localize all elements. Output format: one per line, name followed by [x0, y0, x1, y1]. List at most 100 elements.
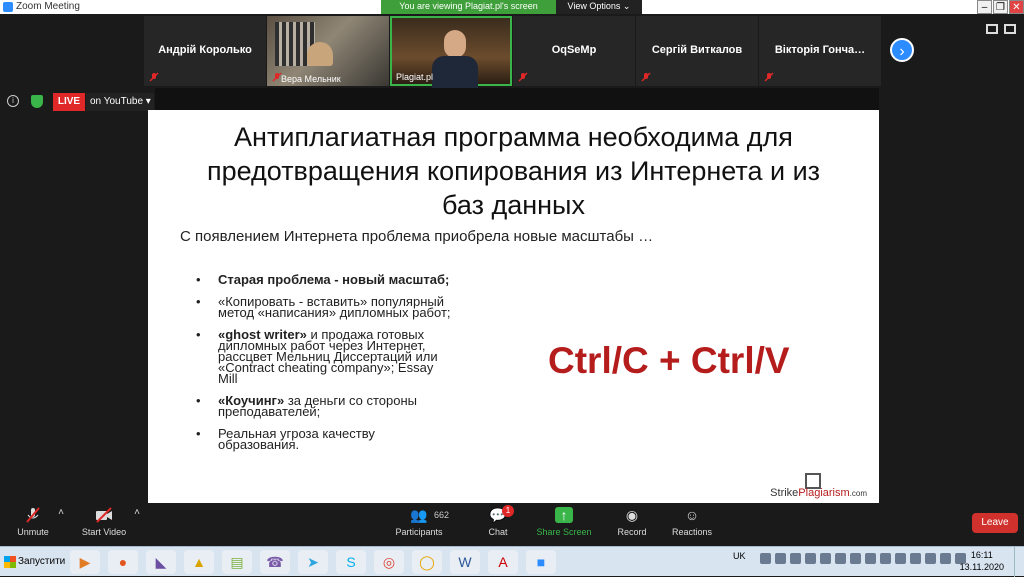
- participant-name: OqSeMp: [551, 44, 597, 56]
- tray-icon[interactable]: [880, 553, 891, 564]
- clock-time: 16:11: [970, 550, 993, 560]
- list-item: Реальная угроза качеству образования.: [196, 426, 456, 452]
- tray-icon[interactable]: [895, 553, 906, 564]
- chrome-icon[interactable]: ◎: [374, 550, 404, 574]
- chat-label: Chat: [488, 527, 508, 537]
- share-screen-button[interactable]: ↑ Share Screen: [536, 507, 592, 537]
- tray-icon[interactable]: [910, 553, 921, 564]
- participant-tile[interactable]: Вікторія Гонча…: [759, 16, 881, 86]
- tray-icon[interactable]: [925, 553, 936, 564]
- bullet-strong-text: Старая проблема - новый масштаб;: [218, 272, 450, 287]
- tray-icon[interactable]: [805, 553, 816, 564]
- start-label: Запустити: [18, 556, 66, 567]
- participant-tile[interactable]: OqSeMp: [513, 16, 635, 86]
- bullet-text: Реальная угроза качеству образования.: [218, 426, 375, 452]
- participants-label: Participants: [395, 527, 443, 537]
- shared-screen-top-bar: [155, 88, 879, 110]
- ctrl-c-ctrl-v-text: Ctrl/C + Ctrl/V: [548, 340, 790, 381]
- tray-icon[interactable]: [835, 553, 846, 564]
- notepad-icon[interactable]: ▤: [222, 550, 252, 574]
- participant-name: Вера Мельник: [281, 74, 341, 84]
- show-desktop-button[interactable]: [1014, 547, 1024, 577]
- muted-mic-icon: [518, 72, 528, 82]
- shared-screen-slide: Антиплагиатная программа необходима для …: [148, 110, 879, 503]
- video-options-caret-icon[interactable]: ˄: [134, 507, 140, 518]
- meeting-info-icon[interactable]: i: [7, 95, 19, 107]
- tray-icon[interactable]: [790, 553, 801, 564]
- viewing-screen-banner: You are viewing Plagiat.pl's screen: [381, 0, 556, 14]
- brand-strike: Strike: [770, 487, 799, 499]
- record-button[interactable]: ◉ Record: [616, 507, 648, 537]
- zoom-taskbar-icon[interactable]: ■: [526, 550, 556, 574]
- zoom-app-icon: [3, 2, 13, 12]
- word-icon[interactable]: W: [450, 550, 480, 574]
- participant-name: Сергій Виткалов: [651, 44, 743, 56]
- participant-tile[interactable]: Вера Мельник: [267, 16, 389, 86]
- participant-body: [432, 56, 478, 88]
- minimize-button[interactable]: –: [977, 0, 992, 14]
- tray-icon[interactable]: [940, 553, 951, 564]
- tray-icon[interactable]: [865, 553, 876, 564]
- firefox-icon[interactable]: ●: [108, 550, 138, 574]
- participant-tile-active-speaker[interactable]: Plagiat.pl: [390, 16, 512, 88]
- language-indicator[interactable]: UK: [733, 551, 746, 561]
- strikeplagiarism-brand: StrikePlagiarism.com: [770, 487, 867, 499]
- leave-button[interactable]: Leave: [972, 513, 1018, 533]
- windows-taskbar: Запустити ▶ ● ◣ ▲ ▤ ☎ ➤ S ◎ ◯ W A ■ UK 1…: [0, 546, 1024, 577]
- live-platform-dropdown[interactable]: on YouTube ▾: [86, 93, 154, 111]
- brand-plagiarism: Plagiarism: [798, 487, 850, 499]
- start-video-label: Start Video: [81, 527, 127, 537]
- visual-studio-icon[interactable]: ◣: [146, 550, 176, 574]
- share-screen-arrow-icon: ↑: [555, 507, 573, 523]
- skype-icon[interactable]: S: [336, 550, 366, 574]
- muted-mic-icon: [764, 72, 774, 82]
- browser-icon[interactable]: ◯: [412, 550, 442, 574]
- list-item: «Копировать - вставить» популярный метод…: [196, 294, 456, 320]
- start-video-button[interactable]: Start Video ˄: [80, 507, 140, 537]
- view-layout-icons[interactable]: [986, 24, 1016, 34]
- slide-bullet-list: Старая проблема - новый масштаб; «Копиро…: [196, 272, 456, 461]
- list-item: Старая проблема - новый масштаб;: [196, 272, 456, 287]
- participant-tile[interactable]: Андрій Королько: [144, 16, 266, 86]
- slide-title: Антиплагиатная программа необходима для …: [206, 122, 821, 220]
- viber-icon[interactable]: ☎: [260, 550, 290, 574]
- start-button[interactable]: Запустити: [2, 551, 65, 573]
- bullet-text: «Копировать - вставить» популярный метод…: [218, 294, 451, 320]
- security-shield-icon[interactable]: [31, 95, 43, 108]
- participant-tile[interactable]: Сергій Виткалов: [636, 16, 758, 86]
- tray-icon[interactable]: [850, 553, 861, 564]
- participants-count: 662: [434, 510, 450, 520]
- video-off-icon: [96, 507, 112, 523]
- view-options-button[interactable]: View Options ⌄: [556, 0, 642, 14]
- live-badge[interactable]: LIVE: [53, 93, 85, 111]
- reactions-label: Reactions: [671, 527, 713, 537]
- participant-name: Андрій Королько: [158, 44, 252, 56]
- reactions-button[interactable]: ☺ Reactions: [670, 507, 714, 537]
- taskbar-clock[interactable]: 16:11 13.11.2020: [960, 549, 1004, 573]
- close-button[interactable]: ✕: [1009, 0, 1024, 14]
- muted-mic-icon: [641, 72, 651, 82]
- window-controls: – ❐ ✕: [976, 0, 1024, 14]
- record-label: Record: [617, 527, 647, 537]
- share-screen-label: Share Screen: [536, 527, 592, 537]
- restore-button[interactable]: ❐: [993, 0, 1008, 14]
- participant-name: Plagiat.pl: [396, 72, 434, 82]
- next-participants-arrow-icon[interactable]: ›: [890, 38, 914, 62]
- fullscreen-icon[interactable]: [1004, 24, 1016, 34]
- unmute-button[interactable]: Unmute ˄: [14, 507, 64, 537]
- speaker-view-icon[interactable]: [986, 24, 998, 34]
- brand-domain: .com: [849, 489, 867, 498]
- tray-icon[interactable]: [820, 553, 831, 564]
- participant-name: Вікторія Гонча…: [774, 44, 866, 56]
- archiver-icon[interactable]: ▲: [184, 550, 214, 574]
- taskbar-apps: ▶ ● ◣ ▲ ▤ ☎ ➤ S ◎ ◯ W A ■: [70, 550, 556, 574]
- tray-icon[interactable]: [775, 553, 786, 564]
- audio-options-caret-icon[interactable]: ˄: [58, 507, 64, 518]
- tray-icon[interactable]: [760, 553, 771, 564]
- record-icon: ◉: [625, 507, 639, 523]
- clock-date: 13.11.2020: [959, 562, 1004, 572]
- system-tray-icons[interactable]: [760, 553, 966, 564]
- acrobat-icon[interactable]: A: [488, 550, 518, 574]
- telegram-icon[interactable]: ➤: [298, 550, 328, 574]
- media-player-icon[interactable]: ▶: [70, 550, 100, 574]
